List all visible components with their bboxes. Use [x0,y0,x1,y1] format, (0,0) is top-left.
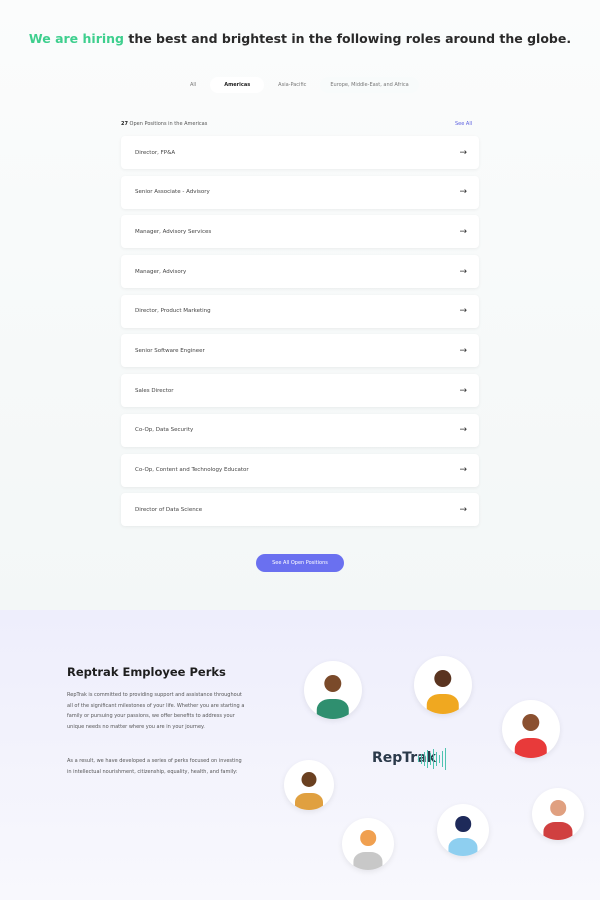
arrow-right-icon[interactable]: → [459,148,467,158]
tab-americas[interactable]: Americas [210,77,265,93]
position-row[interactable]: Manager, Advisory → [121,255,479,289]
position-row[interactable]: Sales Director → [121,374,479,408]
position-title: Senior Software Engineer [135,347,205,354]
arrow-right-icon[interactable]: → [459,425,467,435]
position-title: Co-Op, Data Security [135,427,194,434]
arrow-right-icon[interactable]: → [459,465,467,475]
position-title: Senior Associate - Advisory [135,189,210,196]
positions-list: Director, FP&A → Senior Associate - Adviso… [121,136,479,533]
position-row[interactable]: Senior Software Engineer → [121,334,479,368]
position-row[interactable]: Co-Op, Data Security → [121,413,479,447]
avatar-man-yellow-icon [414,656,472,714]
position-row[interactable]: Manager, Advisory Services → [121,215,479,249]
position-title: Sales Director [135,387,174,394]
avatar-woman-redhead-icon [532,788,584,840]
position-title: Co-Op, Content and Technology Educator [135,467,249,473]
tab-all[interactable]: All [180,77,206,93]
arrow-right-icon[interactable]: → [459,227,467,237]
arrow-right-icon[interactable]: → [459,386,467,396]
region-tabs: All Americas Asia-Pacific Europe, Middle… [180,77,419,93]
perks-paragraph-2: As a result, we have developed a series … [67,758,242,775]
logo-bars-icon [418,748,446,770]
perks-paragraph-1: RepTrak is committed to providing suppor… [67,692,245,730]
position-title: Manager, Advisory Services [135,228,212,235]
avatar-woman-icon [304,661,362,719]
arrow-right-icon[interactable]: → [459,505,467,515]
position-title: Director of Data Science [135,506,203,513]
see-all-positions-button[interactable]: See All Open Positions [256,554,344,572]
position-row[interactable]: Co-Op, Content and Technology Educator → [121,453,479,487]
positions-count: 27 Open Positions in the Americas [121,121,208,127]
perks-title: Reptrak Employee Perks [67,665,226,679]
position-row[interactable]: Director, FP&A → [121,136,479,169]
tab-emea[interactable]: Europe, Middle-East, and Africa [320,77,419,93]
tab-asia-pacific[interactable]: Asia-Pacific [268,77,316,93]
avatar-woman-patterned-icon [284,760,334,810]
position-title: Manager, Advisory [135,268,187,275]
arrow-right-icon[interactable]: → [459,267,467,277]
avatar-man-grey-icon [342,818,394,870]
arrow-right-icon[interactable]: → [459,187,467,197]
arrow-right-icon[interactable]: → [459,346,467,356]
position-row[interactable]: Director, Product Marketing → [121,294,479,328]
perks-section: Reptrak Employee Perks RepTrak is commit… [0,610,600,900]
position-row[interactable]: Senior Associate - Advisory → [121,175,479,209]
position-row[interactable]: Director of Data Science → [121,493,479,527]
see-all-link[interactable]: See All [455,121,472,127]
hiring-section: We are hiring the best and brightest in … [0,0,600,610]
avatar-man-red-icon [502,700,560,758]
avatar-person-blue-icon [437,804,489,856]
arrow-right-icon[interactable]: → [459,306,467,316]
page-title: We are hiring the best and brightest in … [28,31,572,46]
position-title: Director, Product Marketing [135,308,211,315]
position-title: Director, FP&A [135,149,176,156]
